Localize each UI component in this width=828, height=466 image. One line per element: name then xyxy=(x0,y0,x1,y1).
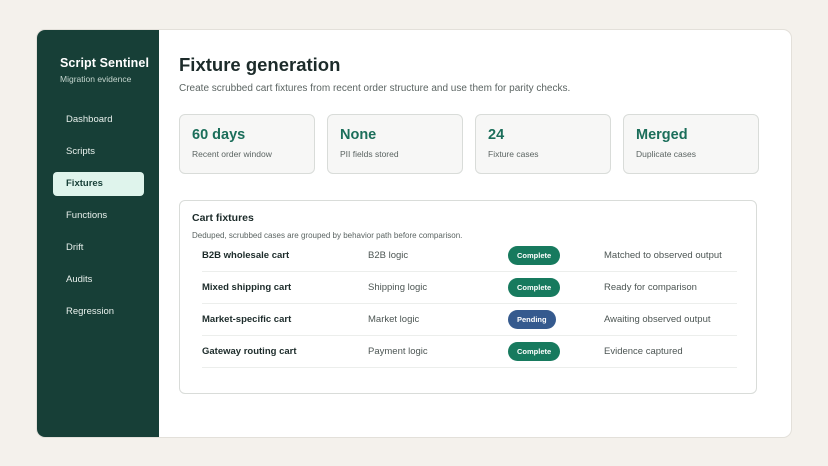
table-row[interactable]: Market-specific cart Market logic Pendin… xyxy=(202,304,737,336)
fixture-note: Awaiting observed output xyxy=(604,314,711,325)
sidebar-item-functions[interactable]: Functions xyxy=(53,204,144,228)
panel-title: Cart fixtures xyxy=(192,212,254,224)
brand-title: Script Sentinel xyxy=(60,56,150,70)
stat-card: 60 days Recent order window xyxy=(179,114,315,174)
fixture-logic: Shipping logic xyxy=(368,282,428,293)
fixture-name: Mixed shipping cart xyxy=(202,282,292,293)
fixture-note: Evidence captured xyxy=(604,346,683,357)
sidebar-item-regression[interactable]: Regression xyxy=(53,300,144,324)
stat-label: Duplicate cases xyxy=(636,149,697,159)
stat-value: Merged xyxy=(636,127,688,143)
page-subtitle: Create scrubbed cart fixtures from recen… xyxy=(179,83,571,94)
stat-value: 60 days xyxy=(192,127,246,143)
table-row[interactable]: Mixed shipping cart Shipping logic Compl… xyxy=(202,272,737,304)
fixture-note: Matched to observed output xyxy=(604,250,722,261)
stat-card: 24 Fixture cases xyxy=(475,114,611,174)
stat-card: Merged Duplicate cases xyxy=(623,114,759,174)
sidebar-item-scripts[interactable]: Scripts xyxy=(53,140,144,164)
brand-subtitle: Migration evidence xyxy=(60,74,132,84)
fixture-logic: Market logic xyxy=(368,314,420,325)
fixture-name: B2B wholesale cart xyxy=(202,250,290,261)
stats-row: 60 days Recent order window None PII fie… xyxy=(179,114,791,174)
main-content: Fixture generation Create scrubbed cart … xyxy=(159,30,791,437)
sidebar-item-dashboard[interactable]: Dashboard xyxy=(53,108,144,132)
sidebar-nav: Dashboard Scripts Fixtures Functions Dri… xyxy=(53,108,159,324)
page-title: Fixture generation xyxy=(179,54,341,75)
app-window: Script Sentinel Migration evidence Dashb… xyxy=(36,29,792,438)
sidebar-item-drift[interactable]: Drift xyxy=(53,236,144,260)
status-badge: Complete xyxy=(508,342,561,361)
panel-subtitle: Deduped, scrubbed cases are grouped by b… xyxy=(192,231,463,240)
fixture-note: Ready for comparison xyxy=(604,282,697,293)
stat-value: 24 xyxy=(488,127,505,143)
fixtures-list: B2B wholesale cart B2B logic Complete Ma… xyxy=(202,240,737,368)
sidebar: Script Sentinel Migration evidence Dashb… xyxy=(37,30,159,437)
cart-fixtures-panel: Cart fixtures Deduped, scrubbed cases ar… xyxy=(179,200,757,394)
stat-card: None PII fields stored xyxy=(327,114,463,174)
status-badge: Complete xyxy=(508,278,561,297)
sidebar-item-audits[interactable]: Audits xyxy=(53,268,144,292)
stat-label: Fixture cases xyxy=(488,149,539,159)
sidebar-item-fixtures[interactable]: Fixtures xyxy=(53,172,144,196)
stat-label: PII fields stored xyxy=(340,149,399,159)
table-row[interactable]: B2B wholesale cart B2B logic Complete Ma… xyxy=(202,240,737,272)
stat-label: Recent order window xyxy=(192,149,272,159)
fixture-name: Gateway routing cart xyxy=(202,346,297,357)
stat-value: None xyxy=(340,127,377,143)
table-row[interactable]: Gateway routing cart Payment logic Compl… xyxy=(202,336,737,368)
fixture-logic: B2B logic xyxy=(368,250,409,261)
status-badge: Complete xyxy=(508,246,561,265)
status-badge: Pending xyxy=(508,310,556,329)
fixture-logic: Payment logic xyxy=(368,346,428,357)
fixture-name: Market-specific cart xyxy=(202,314,292,325)
